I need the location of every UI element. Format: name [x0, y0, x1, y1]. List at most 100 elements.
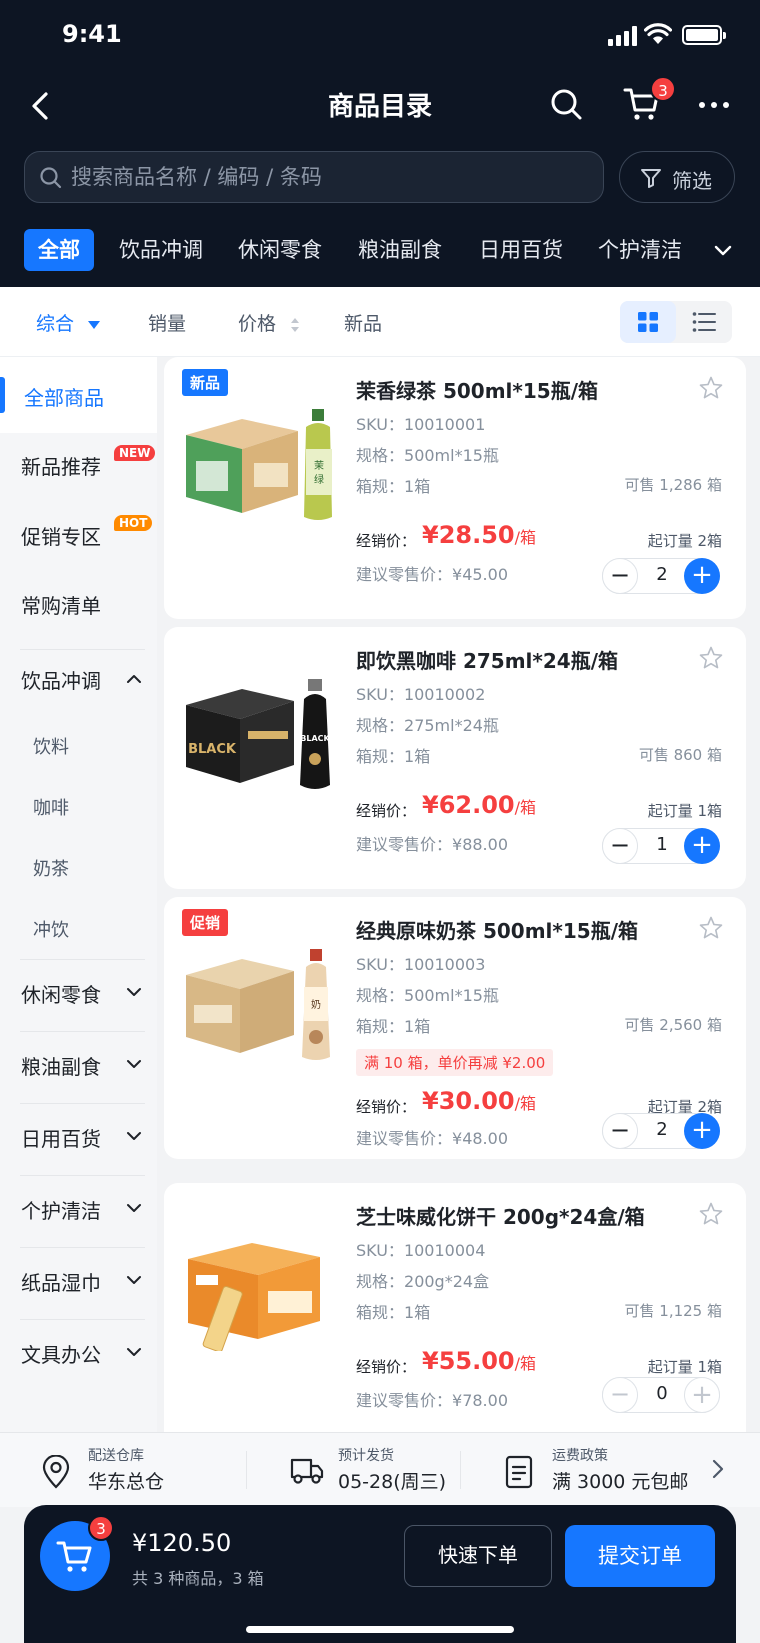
- tab-all[interactable]: 全部: [24, 229, 94, 271]
- star-icon[interactable]: [698, 645, 724, 671]
- sort-arrows-icon: [291, 317, 300, 332]
- search-input[interactable]: [71, 152, 591, 201]
- sku-label: SKU：: [356, 1241, 404, 1260]
- grid-view-button[interactable]: [620, 301, 676, 343]
- tab-drinks[interactable]: 饮品冲调: [119, 229, 203, 271]
- tab-grain-oil[interactable]: 粮油副食: [358, 229, 442, 271]
- decrease-button[interactable]: −: [602, 1377, 638, 1413]
- product-pack: 箱规：1箱: [356, 1013, 430, 1037]
- delivery-info-bar: 配送仓库 华东总仓 预计发货 05-28(周三) 运费政策 满 3000 元包邮: [0, 1432, 760, 1507]
- product-image: 奶: [186, 949, 330, 1060]
- svg-text:绿: 绿: [314, 473, 324, 486]
- sidebar-sub-drinks[interactable]: 饮料: [33, 733, 69, 759]
- sidebar-item-personal-care[interactable]: 个护清洁: [0, 1177, 157, 1247]
- product-card[interactable]: 促销 奶 经典原味奶茶 500ml*15瓶/箱 SKU：10010003 规格：…: [164, 897, 746, 1159]
- quantity-value[interactable]: 1: [639, 834, 685, 855]
- star-icon[interactable]: [698, 915, 724, 941]
- sort-overall-label: 综合: [36, 313, 75, 335]
- sidebar-item-grain-oil[interactable]: 粮油副食: [0, 1033, 157, 1103]
- sidebar-sub-instant[interactable]: 冲饮: [33, 916, 69, 942]
- svg-text:奶: 奶: [311, 999, 321, 1011]
- product-name[interactable]: 经典原味奶茶 500ml*15瓶/箱: [356, 915, 638, 944]
- price-value: ¥55.00: [422, 1347, 515, 1375]
- product-name[interactable]: 即饮黑咖啡 275ml*24瓶/箱: [356, 645, 618, 674]
- retail-value: ¥88.00: [452, 835, 508, 854]
- category-tabs: 全部 饮品冲调 休闲零食 粮油副食 日用百货 个护清洁: [0, 225, 760, 275]
- search-icon[interactable]: [548, 86, 584, 122]
- sidebar-item-stationery[interactable]: 文具办公: [0, 1321, 157, 1391]
- product-list: 新品 茉 绿 茉香绿茶 500ml*15瓶/箱 SKU：10010001 规格：…: [164, 357, 746, 1432]
- increase-button[interactable]: +: [684, 828, 720, 864]
- spec-value: 500ml*15瓶: [404, 446, 499, 465]
- chevron-down-icon: [127, 1348, 141, 1356]
- warehouse-label: 配送仓库: [88, 1448, 144, 1464]
- spec-label: 规格：: [356, 716, 405, 735]
- sidebar-item-label: 个护清洁: [21, 1199, 101, 1223]
- sidebar-item-all[interactable]: 全部商品: [0, 357, 157, 433]
- tab-daily-goods[interactable]: 日用百货: [479, 229, 563, 271]
- product-card[interactable]: 新品 茉 绿 茉香绿茶 500ml*15瓶/箱 SKU：10010001 规格：…: [164, 357, 746, 619]
- quantity-value[interactable]: 0: [639, 1383, 685, 1404]
- stock-text: 可售 1,125 箱: [624, 1302, 722, 1320]
- signal-icon: [608, 26, 638, 46]
- quantity-value[interactable]: 2: [639, 1119, 685, 1140]
- product-name[interactable]: 芝士味威化饼干 200g*24盒/箱: [356, 1201, 645, 1230]
- star-icon[interactable]: [698, 1201, 724, 1227]
- filter-button[interactable]: 筛选: [619, 151, 735, 203]
- sidebar-sub-coffee[interactable]: 咖啡: [33, 794, 69, 820]
- price-unit: /箱: [514, 798, 537, 817]
- sidebar-item-label: 日用百货: [21, 1127, 101, 1151]
- retail-value: ¥78.00: [452, 1391, 508, 1410]
- price-value: ¥30.00: [422, 1087, 515, 1115]
- quantity-stepper: − 1 +: [602, 828, 720, 864]
- truck-icon: [290, 1458, 324, 1484]
- cart-badge: 3: [650, 76, 676, 102]
- sidebar-item-label: 纸品湿巾: [21, 1271, 101, 1295]
- search-box[interactable]: [24, 151, 604, 203]
- sort-overall[interactable]: 综合: [36, 309, 101, 336]
- increase-button[interactable]: +: [684, 1113, 720, 1149]
- more-icon[interactable]: [696, 90, 732, 120]
- sort-sales[interactable]: 销量: [148, 309, 186, 336]
- wifi-icon: [644, 23, 672, 44]
- sort-new[interactable]: 新品: [344, 309, 382, 336]
- sku-label: SKU：: [356, 955, 404, 974]
- chevron-down-icon[interactable]: [712, 239, 734, 261]
- sort-price[interactable]: 价格: [238, 309, 300, 336]
- chevron-down-icon: [127, 1060, 141, 1068]
- tab-snacks[interactable]: 休闲零食: [238, 229, 322, 271]
- decrease-button[interactable]: −: [602, 558, 638, 594]
- submit-order-button[interactable]: 提交订单: [565, 1525, 715, 1587]
- sidebar-item-drinks[interactable]: 饮品冲调: [0, 650, 157, 720]
- sidebar-item-daily-goods[interactable]: 日用百货: [0, 1105, 157, 1175]
- sidebar-item-label: 全部商品: [24, 386, 104, 410]
- increase-button[interactable]: +: [684, 558, 720, 594]
- sku-value: 10010003: [403, 955, 486, 974]
- pack-label: 箱规：: [356, 1303, 405, 1322]
- sidebar-item-frequent[interactable]: 常购清单: [0, 573, 157, 643]
- increase-button[interactable]: +: [684, 1377, 720, 1413]
- retail-label: 建议零售价：: [356, 1129, 453, 1148]
- sidebar-item-promo[interactable]: 促销专区 HOT: [0, 503, 157, 573]
- product-name[interactable]: 茉香绿茶 500ml*15瓶/箱: [356, 375, 598, 404]
- chevron-right-icon[interactable]: [710, 1457, 726, 1481]
- sidebar-item-paper[interactable]: 纸品湿巾: [0, 1249, 157, 1319]
- sidebar-item-label: 粮油副食: [21, 1055, 101, 1079]
- spec-value: 275ml*24瓶: [404, 716, 499, 735]
- star-icon[interactable]: [698, 375, 724, 401]
- sidebar-sub-milk-tea[interactable]: 奶茶: [33, 855, 69, 881]
- quantity-stepper: − 2 +: [602, 558, 720, 594]
- sidebar-item-label: 新品推荐: [21, 455, 101, 479]
- product-card[interactable]: BLACK BLACK 即饮黑咖啡 275ml*24瓶/箱 SKU：100100…: [164, 627, 746, 889]
- product-card[interactable]: 芝士味威化饼干 200g*24盒/箱 SKU：10010004 规格：200g*…: [164, 1183, 746, 1432]
- quantity-value[interactable]: 2: [639, 564, 685, 585]
- tab-personal-care[interactable]: 个护清洁: [598, 229, 682, 271]
- sidebar-item-snacks[interactable]: 休闲零食: [0, 961, 157, 1031]
- decrease-button[interactable]: −: [602, 1113, 638, 1149]
- sidebar-item-new[interactable]: 新品推荐 NEW: [0, 433, 157, 503]
- battery-icon: [682, 25, 726, 45]
- decrease-button[interactable]: −: [602, 828, 638, 864]
- chevron-up-icon: [127, 675, 141, 683]
- quick-order-button[interactable]: 快速下单: [404, 1525, 552, 1587]
- product-price: ¥55.00/箱: [422, 1347, 536, 1375]
